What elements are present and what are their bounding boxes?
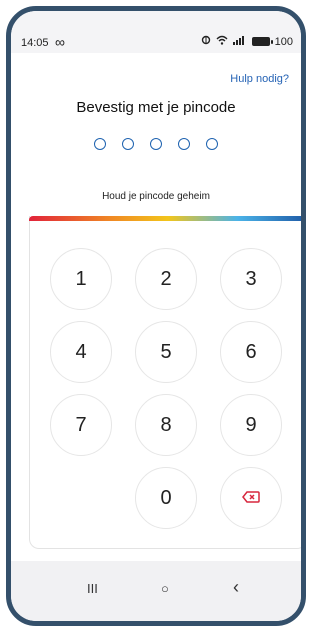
home-button[interactable]: ○ (161, 581, 169, 596)
battery-level: 100 (274, 35, 293, 48)
phone-frame: 14:05 ∞ 100 Hulp nodig? Bevestig met je … (6, 6, 306, 626)
key-6[interactable]: 6 (220, 321, 282, 383)
pin-dot-1 (94, 138, 106, 150)
key-9[interactable]: 9 (220, 394, 282, 456)
signal-icon (232, 35, 247, 48)
keypad: 1 2 3 4 5 6 7 8 9 0 (29, 216, 301, 549)
key-8[interactable]: 8 (135, 394, 197, 456)
pin-dot-2 (122, 138, 134, 150)
system-nav-bar: III ○ ‹ (11, 561, 301, 621)
status-bar: 14:05 ∞ 100 (11, 11, 301, 53)
status-time: 14:05 (21, 37, 49, 49)
backspace-icon (242, 490, 260, 507)
pin-indicator (11, 138, 301, 150)
infinity-icon: ∞ (55, 34, 65, 50)
battery-icon (251, 37, 273, 46)
pin-hint: Houd je pincode geheim (102, 191, 210, 202)
key-0[interactable]: 0 (135, 467, 197, 529)
key-7[interactable]: 7 (50, 394, 112, 456)
recent-apps-button[interactable]: III (87, 581, 98, 596)
key-2[interactable]: 2 (135, 248, 197, 310)
nfc-icon (201, 35, 211, 48)
app-screen: 14:05 ∞ 100 Hulp nodig? Bevestig met je … (11, 11, 301, 621)
phone-device: 14:05 ∞ 100 Hulp nodig? Bevestig met je … (0, 0, 318, 632)
wifi-icon (216, 35, 228, 48)
key-1[interactable]: 1 (50, 248, 112, 310)
pin-dot-4 (178, 138, 190, 150)
key-5[interactable]: 5 (135, 321, 197, 383)
key-4[interactable]: 4 (50, 321, 112, 383)
pin-dot-5 (206, 138, 218, 150)
status-icons: 100 (201, 35, 293, 48)
backspace-button[interactable] (220, 467, 282, 529)
brand-gradient-bar (29, 216, 301, 221)
help-link[interactable]: Hulp nodig? (230, 73, 289, 85)
back-button[interactable]: ‹ (233, 577, 239, 598)
page-title: Bevestig met je pincode (76, 99, 236, 116)
key-3[interactable]: 3 (220, 248, 282, 310)
pin-dot-3 (150, 138, 162, 150)
